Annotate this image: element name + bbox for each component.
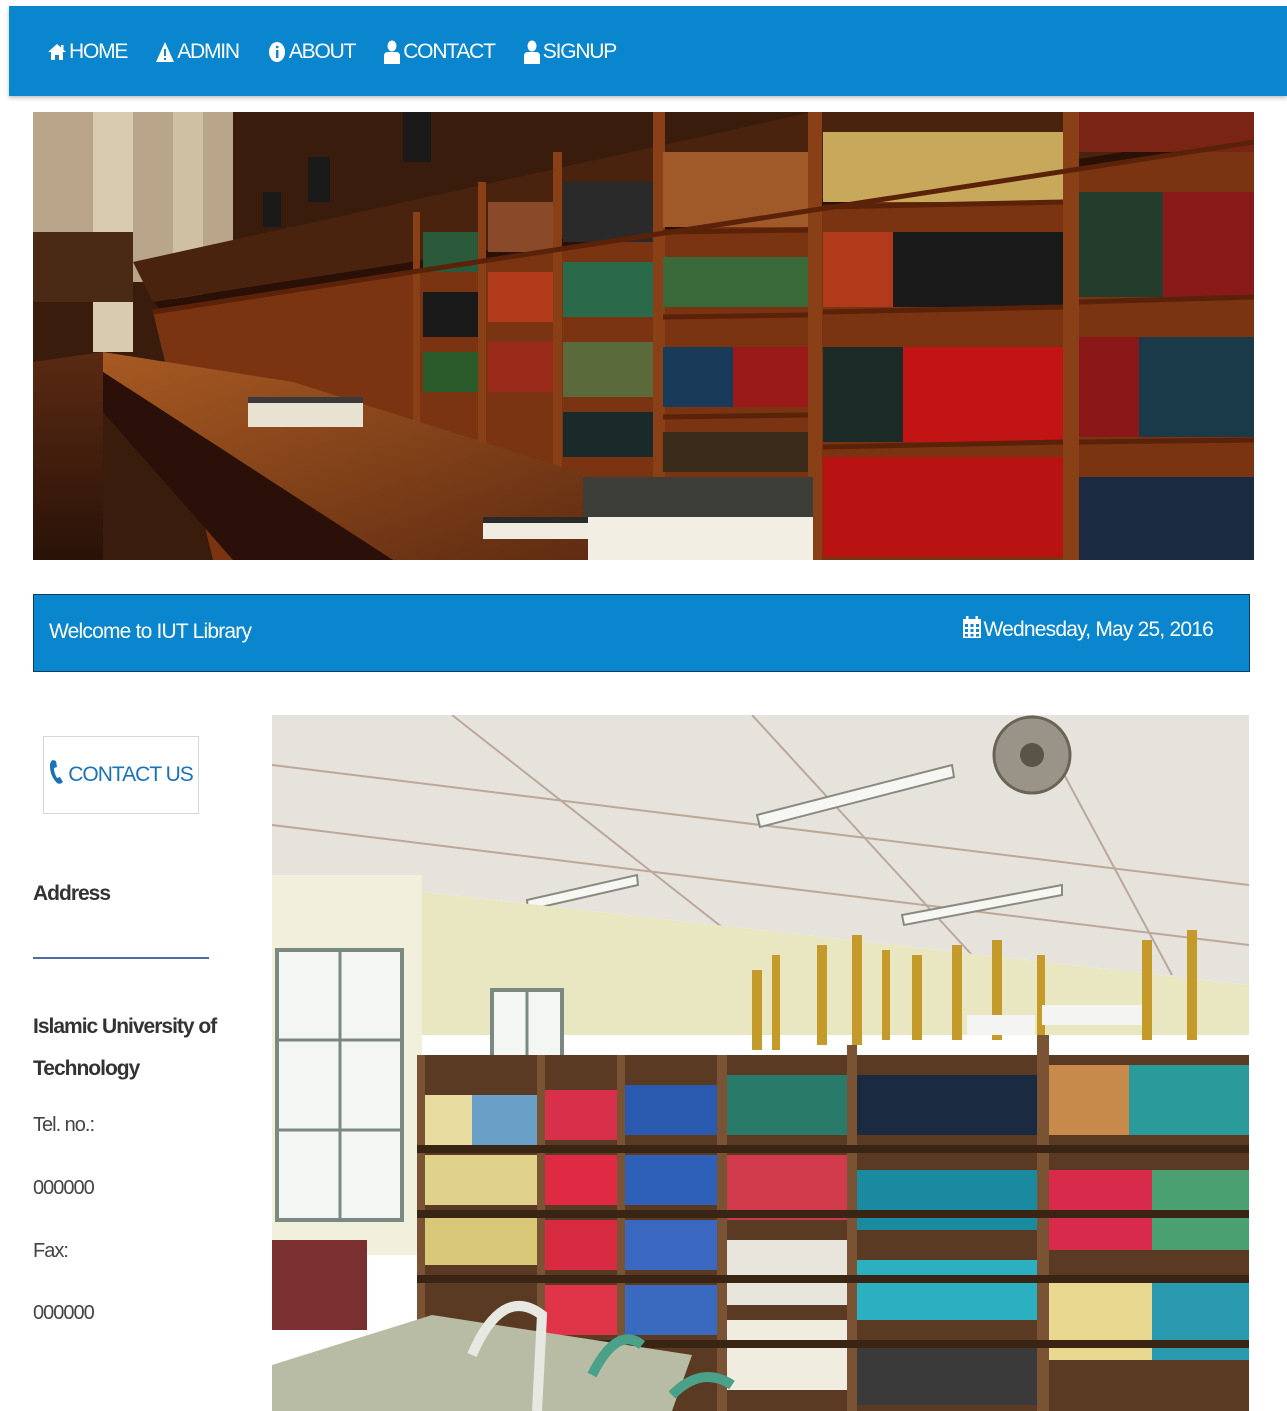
calendar-icon	[962, 615, 982, 644]
info-icon	[267, 41, 287, 63]
institution-name: Islamic University of Technology	[33, 1015, 217, 1080]
tel-value: 000000	[33, 1177, 95, 1199]
nav-item-label: ABOUT	[288, 40, 357, 63]
warning-icon	[155, 41, 175, 63]
fax-label: Fax:	[33, 1240, 69, 1262]
nav-item-label: ADMIN	[177, 40, 240, 63]
welcome-text: Welcome to IUT Library	[49, 620, 252, 643]
hero-library-image	[33, 112, 1254, 560]
user-icon	[383, 40, 401, 64]
page: HOME ADMIN ABOUT CONTACT SIGNUP Welcome …	[0, 0, 1287, 1411]
nav-item-about[interactable]: ABOUT	[267, 36, 357, 68]
date-display: Wednesday, May 25, 2016	[962, 615, 1214, 644]
tel-label: Tel. no.:	[33, 1114, 95, 1136]
current-date: Wednesday, May 25, 2016	[983, 617, 1214, 641]
nav-item-contact[interactable]: CONTACT	[383, 36, 496, 68]
welcome-bar: Welcome to IUT Library Wednesday, May 25…	[33, 594, 1250, 672]
contact-us-label: CONTACT US	[68, 763, 194, 786]
fax-value: 000000	[33, 1302, 95, 1324]
nav-item-home[interactable]: HOME	[47, 36, 128, 68]
nav-item-label: SIGNUP	[542, 40, 618, 63]
reading-room-image	[272, 715, 1249, 1411]
home-icon	[47, 42, 67, 62]
nav-item-admin[interactable]: ADMIN	[155, 36, 240, 68]
phone-icon	[49, 759, 65, 791]
nav-list: HOME ADMIN ABOUT CONTACT SIGNUP	[47, 36, 644, 68]
top-navbar: HOME ADMIN ABOUT CONTACT SIGNUP	[9, 6, 1287, 96]
nav-item-label: HOME	[69, 40, 128, 63]
address-heading: Address	[33, 882, 111, 905]
contact-us-button[interactable]: CONTACT US	[43, 736, 199, 814]
nav-item-label: CONTACT	[403, 40, 496, 63]
nav-item-signup[interactable]: SIGNUP	[523, 36, 618, 68]
address-divider	[33, 957, 209, 959]
user-icon	[523, 40, 541, 64]
